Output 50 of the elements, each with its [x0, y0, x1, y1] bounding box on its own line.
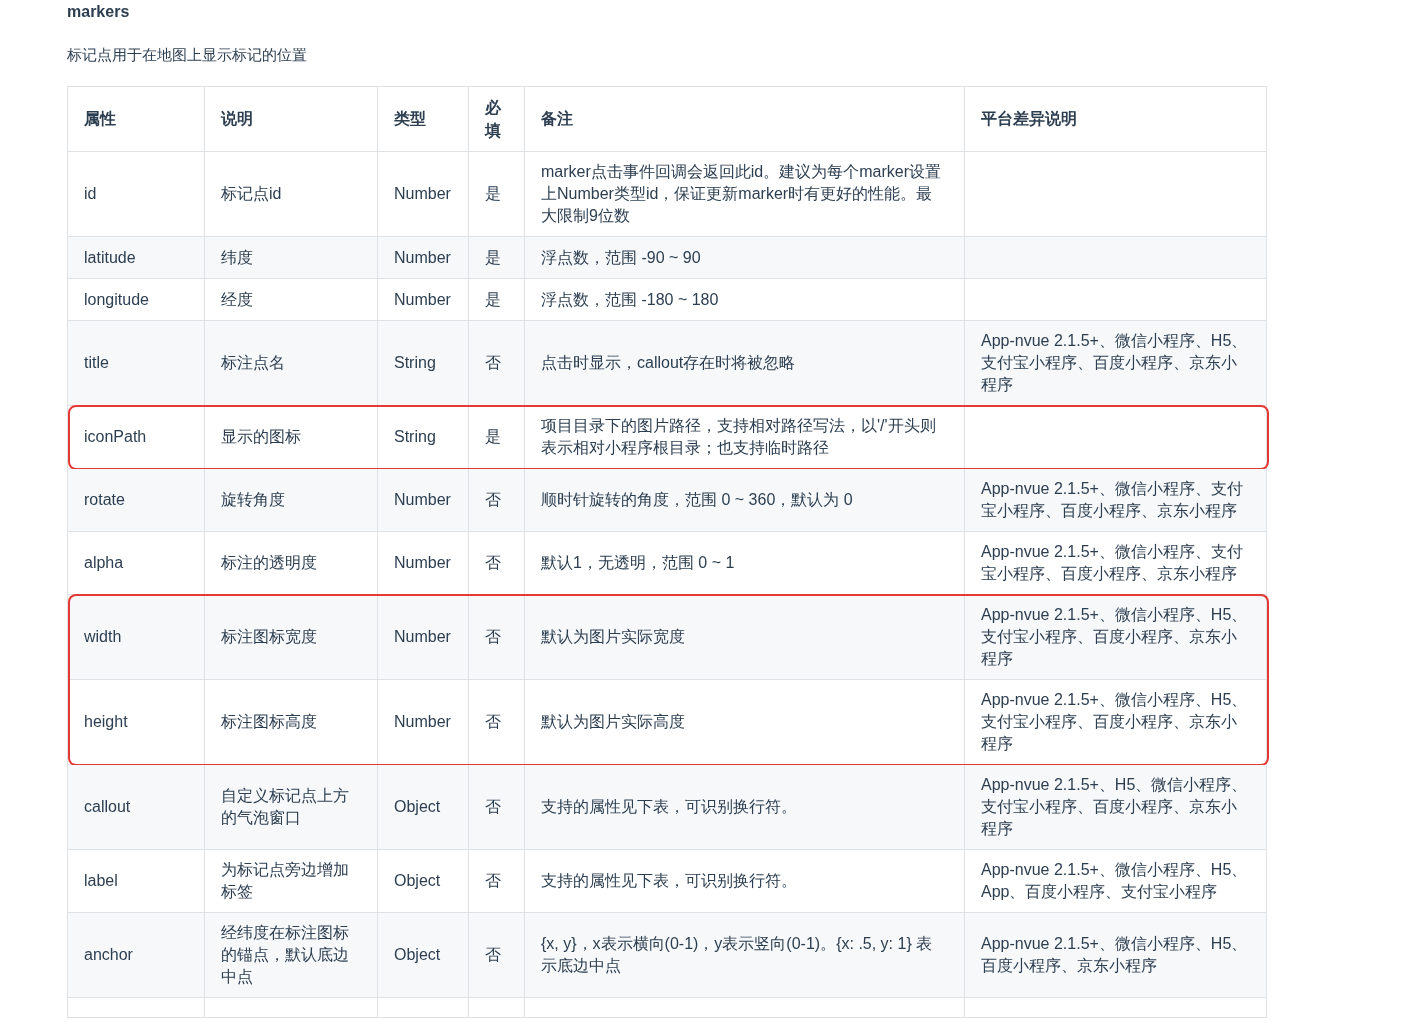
column-header: 属性: [68, 87, 205, 153]
table-cell: 否: [469, 765, 525, 851]
table-cell: 纬度: [205, 237, 378, 280]
table-cell: 否: [469, 913, 525, 999]
section-description: 标记点用于在地图上显示标记的位置: [67, 45, 308, 65]
table-cell: App-nvue 2.1.5+、微信小程序、H5、支付宝小程序、百度小程序、京东小程序: [965, 595, 1267, 681]
table-cell: Number: [378, 237, 469, 280]
table-cell: App-nvue 2.1.5+、H5、微信小程序、支付宝小程序、百度小程序、京东小程序: [965, 765, 1267, 851]
column-header: 备注: [525, 87, 965, 153]
column-header: 说明: [205, 87, 378, 153]
table-cell: 否: [469, 595, 525, 681]
table-cell: 默认为图片实际宽度: [525, 595, 965, 681]
table-cell: Object: [378, 913, 469, 999]
table-cell: 否: [469, 321, 525, 407]
table-cell: 点击时显示，callout存在时将被忽略: [525, 321, 965, 407]
table-cell: 是: [469, 237, 525, 280]
table-cell: App-nvue 2.1.5+、微信小程序、H5、支付宝小程序、百度小程序、京东小程序: [965, 321, 1267, 407]
table-cell: 标注的透明度: [205, 532, 378, 596]
table-cell: anchor: [68, 913, 205, 999]
table-cell: 支持的属性见下表，可识别换行符。: [525, 765, 965, 851]
table-cell: callout: [68, 765, 205, 851]
table-cell: App-nvue 2.1.5+、微信小程序、支付宝小程序、百度小程序、京东小程序: [965, 469, 1267, 533]
table-cell: alpha: [68, 532, 205, 596]
table-cell: latitude: [68, 237, 205, 280]
table-cell: 标注点名: [205, 321, 378, 407]
table-cell: 标注图标宽度: [205, 595, 378, 681]
table-cell: 默认1，无透明，范围 0 ~ 1: [525, 532, 965, 596]
table-cell: 否: [469, 469, 525, 533]
table-cell: {x, y}，x表示横向(0-1)，y表示竖向(0-1)。{x: .5, y: 1} 表示底边中点: [525, 913, 965, 999]
table-cell: Number: [378, 595, 469, 681]
table-cell: rotate: [68, 469, 205, 533]
table-cell: App-nvue 2.1.5+、微信小程序、H5、百度小程序、京东小程序: [965, 913, 1267, 999]
table-cell: width: [68, 595, 205, 681]
table-cell: App-nvue 2.1.5+、微信小程序、支付宝小程序、百度小程序、京东小程序: [965, 532, 1267, 596]
table-cell: 否: [469, 532, 525, 596]
table-cell: Number: [378, 469, 469, 533]
table-cell: 顺时针旋转的角度，范围 0 ~ 360，默认为 0: [525, 469, 965, 533]
column-header: 必填: [469, 87, 525, 153]
column-header: 平台差异说明: [965, 87, 1267, 153]
table-cell: title: [68, 321, 205, 407]
table-cell: String: [378, 321, 469, 407]
table-cell: 浮点数，范围 -90 ~ 90: [525, 237, 965, 280]
table-cell: 旋转角度: [205, 469, 378, 533]
table-cell: [469, 998, 525, 1019]
table-cell: Object: [378, 765, 469, 851]
table-cell: 经纬度在标注图标的锚点，默认底边中点: [205, 913, 378, 999]
column-header: 类型: [378, 87, 469, 153]
table-cell: Number: [378, 532, 469, 596]
section-heading: markers: [67, 2, 131, 22]
table-cell: 自定义标记点上方的气泡窗口: [205, 765, 378, 851]
